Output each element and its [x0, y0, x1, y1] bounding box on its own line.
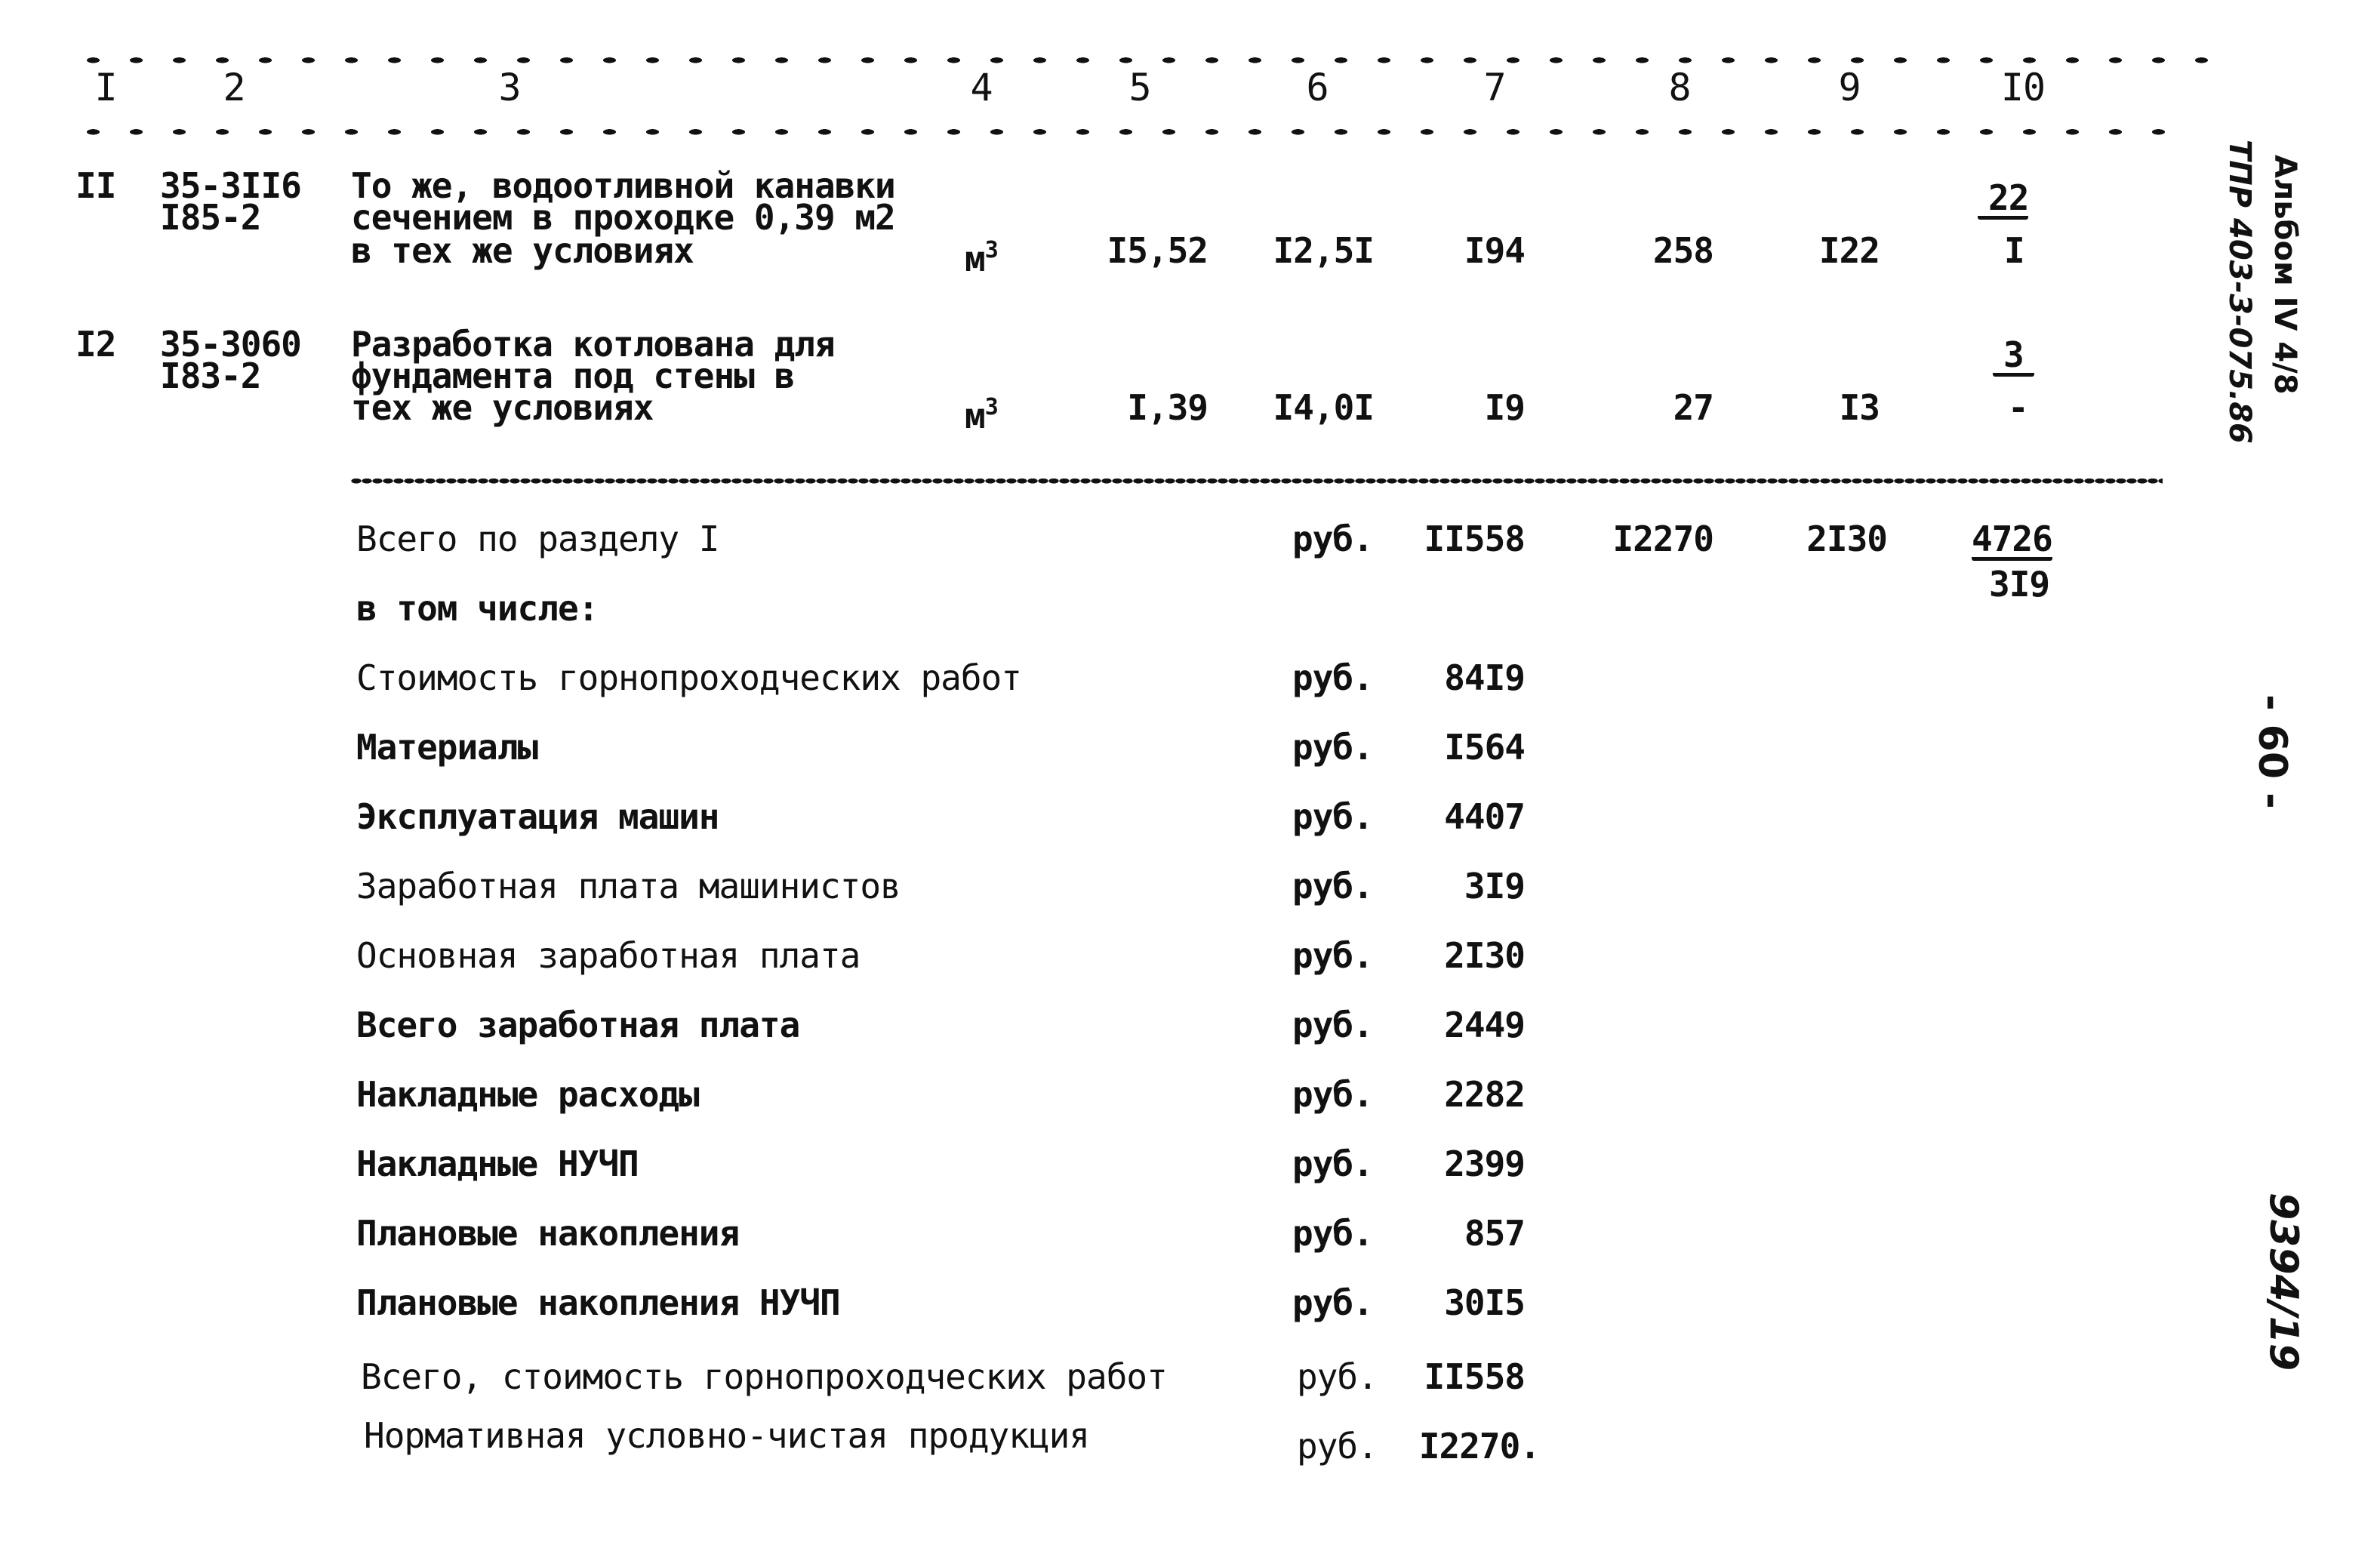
section-total-unit: руб.: [1292, 519, 1374, 559]
section-total-col7: II558: [1424, 519, 1526, 559]
row-col6: I2,5I: [1273, 230, 1375, 271]
breakdown-value: 2449: [1444, 1005, 1526, 1045]
col-header-5: 5: [1128, 66, 1151, 109]
section-total-col8: I2270: [1612, 519, 1714, 559]
breakdown-value: II558: [1424, 1356, 1526, 1397]
breakdown-value: 30I5: [1444, 1282, 1526, 1323]
breakdown-value: 84I9: [1444, 657, 1526, 698]
breakdown-label: Эксплуатация машин: [356, 796, 719, 837]
breakdown-unit: руб.: [1292, 1143, 1374, 1184]
breakdown-value: 2399: [1444, 1143, 1526, 1184]
row-number: II: [75, 165, 116, 206]
col-header-4: 4: [970, 66, 993, 109]
breakdown-unit: руб.: [1292, 1282, 1374, 1323]
row-unit: м3: [965, 389, 999, 436]
unit-exponent: 3: [984, 237, 999, 263]
section-separator: [351, 476, 2163, 485]
section-total-col10-bottom: 3I9: [1989, 564, 2050, 605]
col-header-7: 7: [1483, 66, 1506, 109]
row-col7: I9: [1484, 387, 1526, 428]
row-col10-top: 3: [1993, 337, 2034, 377]
row-col5: I,39: [1127, 387, 1208, 428]
col-header-1: I: [94, 66, 117, 109]
breakdown-value: 2282: [1444, 1074, 1526, 1115]
breakdown-label: Всего, стоимость горнопроходческих работ: [361, 1356, 1168, 1397]
col-header-10: I0: [2000, 66, 2046, 109]
album-stamp: Альбом IV 4/8: [2268, 155, 2302, 395]
breakdown-value: 3I9: [1464, 866, 1526, 906]
unit-exponent: 3: [984, 394, 999, 420]
row-unit: м3: [965, 232, 999, 279]
col-header-8: 8: [1668, 66, 1691, 109]
header-rule-top: [72, 53, 2238, 63]
row-code-line2: I83-2: [160, 355, 261, 396]
breakdown-unit: руб.: [1292, 1074, 1374, 1115]
archive-number: 9394/19: [2261, 1193, 2306, 1371]
breakdown-unit: руб.: [1292, 1005, 1374, 1045]
row-col9: I3: [1839, 387, 1880, 428]
breakdown-unit: руб.: [1292, 657, 1374, 698]
section-total-col9: 2I30: [1806, 519, 1888, 559]
breakdown-label: Нормативная условно-чистая продукция: [364, 1415, 1090, 1456]
unit-text: м: [965, 396, 986, 436]
breakdown-unit: руб.: [1292, 796, 1374, 837]
header-rule-bottom: [72, 125, 2178, 135]
col-header-9: 9: [1838, 66, 1861, 109]
row-col10-bottom: I: [2004, 230, 2025, 271]
unit-text: м: [965, 239, 986, 279]
breakdown-label: Всего заработная плата: [356, 1005, 800, 1045]
row-col10-bottom: -: [2008, 387, 2029, 428]
breakdown-label: Основная заработная плата: [356, 935, 861, 976]
breakdown-value: 4407: [1444, 796, 1526, 837]
breakdown-label: Заработная плата машинистов: [356, 866, 901, 906]
breakdown-unit: руб.: [1292, 866, 1374, 906]
row-number: I2: [75, 324, 116, 365]
breakdown-label: Плановые накопления: [356, 1213, 740, 1254]
breakdown-label: Накладные НУЧП: [356, 1143, 639, 1184]
row-col9: I22: [1818, 230, 1880, 271]
row-col10-top: 22: [1978, 180, 2029, 220]
row-code-line2: I85-2: [160, 197, 261, 238]
breakdown-unit: руб.: [1292, 1213, 1374, 1254]
breakdown-value: 2I30: [1444, 935, 1526, 976]
section-total-col10-top: 4726: [1972, 519, 2053, 561]
breakdown-unit: руб.: [1297, 1356, 1378, 1397]
breakdown-label: Накладные расходы: [356, 1074, 700, 1115]
col-header-3: 3: [498, 66, 521, 109]
col-header-6: 6: [1306, 66, 1329, 109]
including-label: в том числе:: [356, 588, 599, 629]
section-total-label: Всего по разделу I: [356, 519, 719, 559]
breakdown-label: Плановые накопления НУЧП: [356, 1282, 841, 1323]
breakdown-value: 857: [1464, 1213, 1526, 1254]
page-number: - 60 -: [2249, 694, 2295, 809]
breakdown-unit: руб.: [1292, 727, 1374, 768]
breakdown-unit: руб.: [1292, 935, 1374, 976]
row-description-line3: в тех же условиях: [351, 230, 694, 271]
row-description-line3: тех же условиях: [351, 387, 654, 428]
row-col6: I4,0I: [1273, 387, 1375, 428]
breakdown-unit: руб.: [1297, 1426, 1378, 1467]
project-code: ТПР 403-3-075.86: [2222, 140, 2257, 444]
breakdown-label: Стоимость горнопроходческих работ: [356, 657, 1022, 698]
row-col7: I94: [1464, 230, 1526, 271]
col-header-2: 2: [223, 66, 245, 109]
row-col5: I5,52: [1107, 230, 1208, 271]
row-col8: 258: [1652, 230, 1714, 271]
breakdown-value: I564: [1444, 727, 1526, 768]
breakdown-value: I2270.: [1418, 1426, 1541, 1467]
row-col8: 27: [1673, 387, 1714, 428]
breakdown-label: Материалы: [356, 727, 538, 768]
